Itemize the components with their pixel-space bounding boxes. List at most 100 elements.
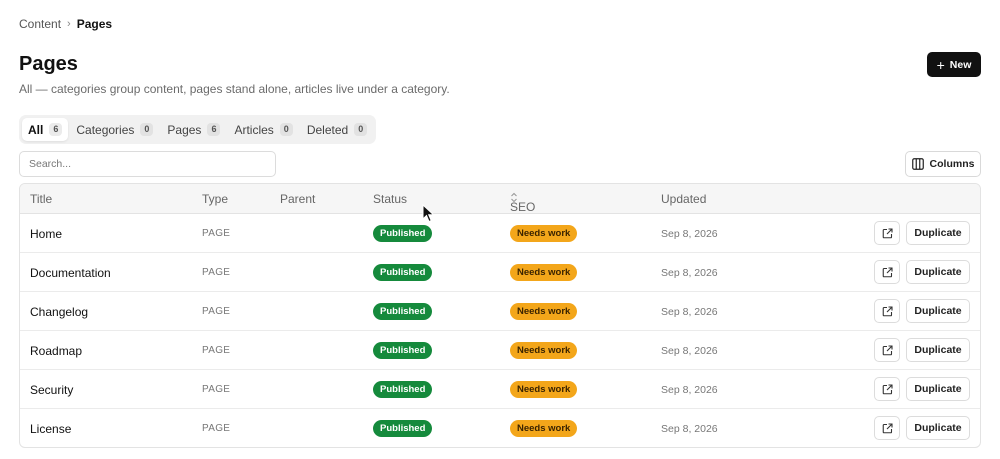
external-link-icon [882, 383, 893, 394]
seo-badge: Needs work [510, 381, 578, 398]
search-input[interactable] [19, 151, 276, 177]
external-link-icon [882, 422, 893, 433]
row-type: PAGE [202, 384, 231, 395]
pages-table: Title Type Parent Status SEO Updated Hom… [19, 183, 981, 448]
row-title[interactable]: Documentation [30, 253, 111, 292]
seo-badge: Needs work [510, 420, 578, 437]
chevron-right-icon: › [67, 18, 71, 30]
row-updated: Sep 8, 2026 [661, 305, 718, 318]
page-title: Pages [19, 53, 78, 75]
row-type: PAGE [202, 423, 231, 434]
row-updated: Sep 8, 2026 [661, 266, 718, 279]
row-seo: Needs work [510, 409, 578, 447]
tab-count: 6 [49, 123, 63, 136]
row-seo: Needs work [510, 253, 578, 292]
external-link-icon [882, 266, 893, 277]
column-header-title[interactable]: Title [30, 192, 52, 206]
row-updated: Sep 8, 2026 [661, 344, 718, 357]
column-header-seo-label: SEO [510, 200, 536, 214]
open-page-button[interactable] [874, 221, 900, 245]
filter-tabs: All 6 Categories 0 Pages 6 Articles 0 De… [19, 115, 377, 144]
seo-badge: Needs work [510, 225, 578, 242]
open-page-button[interactable] [874, 338, 900, 362]
tab-label: Pages [167, 122, 202, 137]
row-status: Published [373, 331, 433, 370]
external-link-icon [882, 344, 893, 355]
row-status: Published [373, 253, 433, 292]
tab-count: 6 [207, 123, 221, 136]
tab-label: Articles [234, 122, 274, 137]
columns-button[interactable]: Columns [905, 151, 981, 177]
table-row[interactable]: Roadmap PAGE Published Needs work Sep 8,… [20, 331, 980, 370]
status-badge: Published [373, 381, 433, 398]
table-row[interactable]: Home PAGE Published Needs work Sep 8, 20… [20, 214, 980, 253]
status-badge: Published [373, 264, 433, 281]
row-title[interactable]: License [30, 409, 71, 447]
table-header: Title Type Parent Status SEO Updated [20, 184, 980, 214]
duplicate-button[interactable]: Duplicate [906, 416, 970, 440]
column-header-parent[interactable]: Parent [280, 192, 315, 206]
duplicate-button[interactable]: Duplicate [906, 299, 970, 323]
table-row[interactable]: Documentation PAGE Published Needs work … [20, 253, 980, 292]
table-row[interactable]: License PAGE Published Needs work Sep 8,… [20, 409, 980, 447]
row-type: PAGE [202, 306, 231, 317]
status-badge: Published [373, 342, 433, 359]
status-badge: Published [373, 225, 433, 242]
plus-icon: + [936, 56, 945, 73]
duplicate-button[interactable]: Duplicate [906, 377, 970, 401]
row-type: PAGE [202, 345, 231, 356]
row-seo: Needs work [510, 331, 578, 370]
breadcrumb-content-link[interactable]: Content [19, 17, 61, 31]
open-page-button[interactable] [874, 416, 900, 440]
row-seo: Needs work [510, 370, 578, 409]
row-updated: Sep 8, 2026 [661, 227, 718, 240]
duplicate-button[interactable]: Duplicate [906, 338, 970, 362]
row-type: PAGE [202, 228, 231, 239]
row-title[interactable]: Changelog [30, 292, 88, 331]
row-status: Published [373, 370, 433, 409]
row-updated: Sep 8, 2026 [661, 422, 718, 435]
breadcrumb: Content › Pages [19, 17, 112, 31]
column-header-type[interactable]: Type [202, 192, 228, 206]
external-link-icon [882, 227, 893, 238]
tab-count: 0 [279, 123, 293, 136]
table-row[interactable]: Security PAGE Published Needs work Sep 8… [20, 370, 980, 409]
row-title[interactable]: Roadmap [30, 331, 82, 370]
tab-label: Categories [76, 122, 135, 137]
new-button[interactable]: + New [927, 52, 981, 77]
external-link-icon [882, 305, 893, 316]
duplicate-button[interactable]: Duplicate [906, 260, 970, 284]
column-header-status[interactable]: Status [373, 192, 407, 206]
tab-articles[interactable]: Articles 0 [228, 118, 298, 141]
duplicate-button[interactable]: Duplicate [906, 221, 970, 245]
status-badge: Published [373, 303, 433, 320]
row-updated: Sep 8, 2026 [661, 383, 718, 396]
open-page-button[interactable] [874, 260, 900, 284]
tab-all[interactable]: All 6 [22, 118, 69, 141]
columns-icon [911, 158, 924, 170]
columns-button-label: Columns [929, 158, 975, 170]
tab-label: Deleted [306, 122, 349, 137]
open-page-button[interactable] [874, 299, 900, 323]
row-seo: Needs work [510, 214, 578, 253]
tab-count: 0 [140, 123, 154, 136]
breadcrumb-current: Pages [76, 17, 113, 31]
row-status: Published [373, 292, 433, 331]
row-type: PAGE [202, 267, 231, 278]
seo-badge: Needs work [510, 342, 578, 359]
page-subtitle: All — categories group content, pages st… [19, 82, 450, 96]
row-title[interactable]: Security [30, 370, 73, 409]
tab-deleted[interactable]: Deleted 0 [301, 118, 373, 141]
tab-categories[interactable]: Categories 0 [70, 118, 159, 141]
tab-pages[interactable]: Pages 6 [161, 118, 226, 141]
table-row[interactable]: Changelog PAGE Published Needs work Sep … [20, 292, 980, 331]
status-badge: Published [373, 420, 433, 437]
row-title[interactable]: Home [30, 214, 62, 253]
column-header-seo[interactable]: SEO [510, 192, 535, 214]
open-page-button[interactable] [874, 377, 900, 401]
mouse-cursor-icon [422, 204, 435, 223]
tab-count: 0 [354, 123, 368, 136]
tab-label: All [28, 122, 44, 137]
column-header-updated[interactable]: Updated [661, 192, 706, 206]
row-status: Published [373, 409, 433, 447]
